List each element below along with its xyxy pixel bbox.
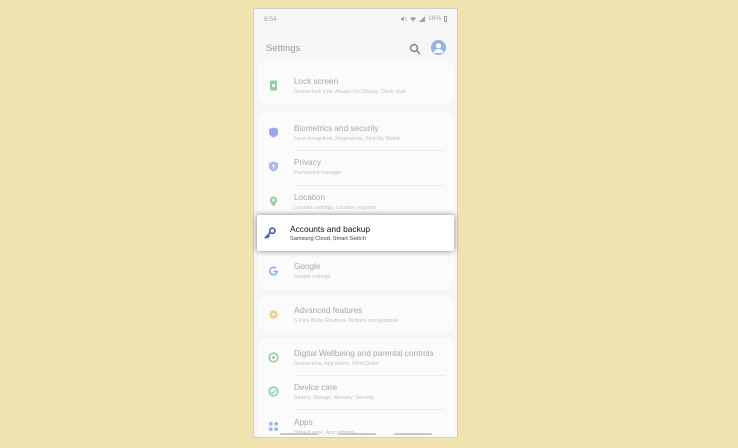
settings-item-lock-screen[interactable]: Lock screen Screen lock type, Always On … (258, 70, 455, 104)
divider (294, 409, 445, 410)
settings-item-subtitle: Google settings (294, 274, 331, 280)
settings-item-title: Google (294, 262, 321, 271)
settings-item-title: Biometrics and security (294, 124, 379, 133)
wifi-icon (409, 16, 416, 22)
settings-item-subtitle: Samsung Cloud, Smart Switch (290, 236, 366, 242)
nav-back[interactable] (394, 433, 432, 435)
lock-screen-icon (270, 80, 277, 91)
settings-item-google[interactable]: Google Google settings (258, 255, 455, 289)
settings-card-security: Biometrics and security Face recognition… (258, 112, 455, 290)
wellbeing-icon (268, 352, 279, 363)
battery-icon (444, 15, 447, 22)
settings-item-subtitle: Face recognition, Fingerprints, Find My … (294, 136, 401, 142)
settings-item-digital-wellbeing[interactable]: Digital Wellbeing and parental controls … (258, 342, 455, 376)
settings-item-biometrics[interactable]: Biometrics and security Face recognition… (258, 117, 455, 151)
settings-item-title: Lock screen (294, 77, 339, 86)
settings-item-title: Apps (294, 418, 313, 427)
device-care-icon (268, 386, 279, 397)
settings-card-advanced: Advanced features S Pen, Bixby Routines,… (258, 296, 455, 332)
settings-item-subtitle: Permission manager (294, 170, 342, 176)
battery-percent: 16% (427, 15, 441, 22)
status-icons: 16% (400, 15, 447, 22)
settings-card-device: Digital Wellbeing and parental controls … (258, 338, 455, 437)
settings-item-title: Digital Wellbeing and parental controls (294, 349, 434, 358)
search-icon[interactable] (409, 43, 421, 55)
google-icon (269, 266, 279, 276)
status-bar: 9:54 16% (254, 9, 457, 31)
settings-item-subtitle: Location settings, Location requests (294, 205, 377, 211)
gear-plus-icon (268, 309, 279, 320)
settings-item-subtitle: Screen lock type, Always On Display, Clo… (294, 89, 406, 95)
settings-item-device-care[interactable]: Device care Battery, Storage, Memory, Se… (258, 376, 455, 410)
shield-icon (269, 127, 278, 138)
settings-item-privacy[interactable]: Privacy Permission manager (258, 151, 455, 185)
settings-item-title: Device care (294, 383, 338, 392)
mute-icon (400, 16, 407, 21)
profile-icon (433, 43, 444, 53)
settings-item-title: Accounts and backup (290, 224, 371, 234)
location-pin-icon (269, 196, 278, 207)
navigation-bar (254, 431, 457, 435)
settings-item-title: Location (294, 193, 325, 202)
settings-item-title: Advanced features (294, 306, 363, 315)
page-title: Settings (266, 43, 301, 54)
privacy-shield-icon (269, 161, 278, 172)
settings-item-advanced-features[interactable]: Advanced features S Pen, Bixby Routines,… (258, 299, 455, 333)
settings-card-lock: Lock screen Screen lock type, Always On … (258, 61, 455, 105)
settings-item-subtitle: S Pen, Bixby Routines, Motions and gestu… (294, 318, 399, 324)
settings-item-accounts-and-backup[interactable]: Accounts and backup Samsung Cloud, Smart… (257, 215, 454, 251)
status-time: 9:54 (264, 16, 277, 23)
profile-avatar[interactable] (431, 40, 446, 55)
signal-icon (418, 15, 425, 22)
key-icon (264, 227, 276, 239)
settings-item-title: Privacy (294, 158, 321, 167)
settings-item-subtitle: Battery, Storage, Memory, Security (294, 395, 374, 401)
nav-recents[interactable] (280, 433, 318, 435)
nav-home[interactable] (338, 433, 376, 435)
settings-item-subtitle: Screen time, App timers, Wind Down (294, 361, 379, 367)
